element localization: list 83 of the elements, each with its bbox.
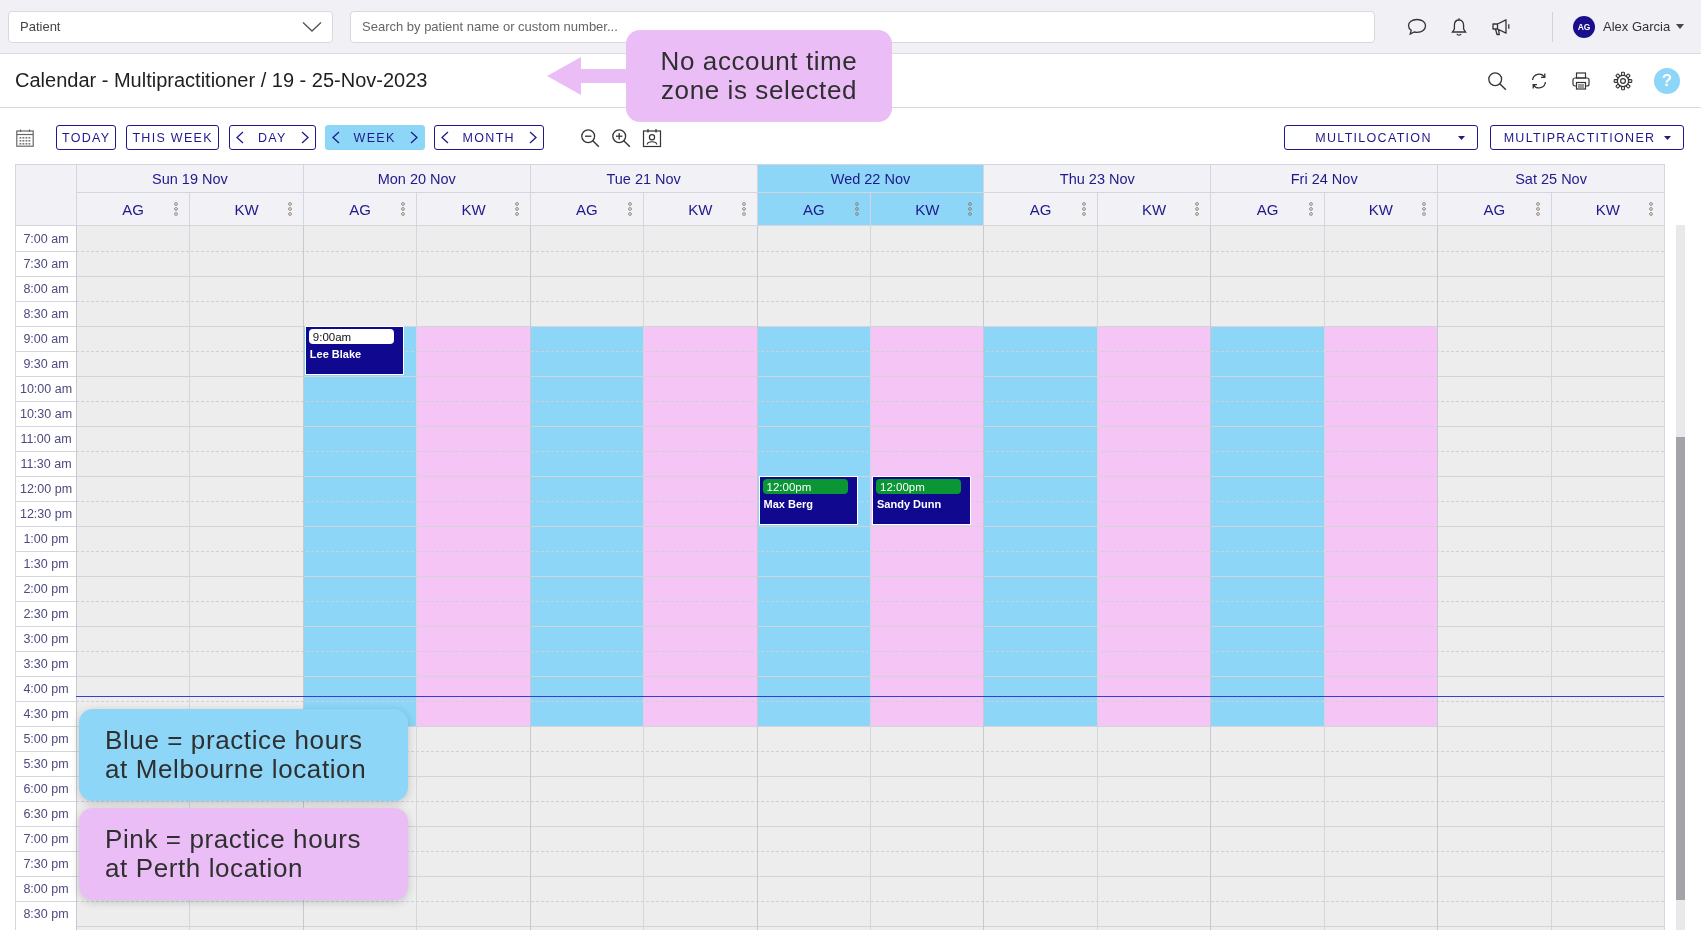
- practitioner-header[interactable]: KW: [416, 193, 530, 226]
- zoom-in-icon[interactable]: [610, 127, 631, 148]
- practitioner-header[interactable]: KW: [1323, 193, 1438, 226]
- practitioner-header[interactable]: AG: [1210, 193, 1324, 226]
- chevron-right-icon[interactable]: [409, 131, 418, 144]
- person-card-icon[interactable]: [641, 127, 662, 148]
- practitioner-header[interactable]: KW: [1550, 193, 1664, 226]
- caret-icon[interactable]: [1676, 24, 1685, 29]
- search-field[interactable]: Search by patient name or custom number...: [350, 10, 1375, 43]
- scrollbar-track[interactable]: [1676, 225, 1685, 930]
- chevron-left-icon[interactable]: [331, 131, 340, 144]
- chevron-left-icon[interactable]: [440, 131, 449, 144]
- practitioner-initials: KW: [1141, 200, 1167, 218]
- practitioner-header[interactable]: KW: [189, 193, 303, 226]
- left-arrow-icon: [547, 56, 627, 96]
- day-header[interactable]: Tue 21 Nov: [529, 165, 757, 193]
- view-button[interactable]: MONTH: [433, 125, 544, 150]
- practitioner-initials: KW: [1595, 200, 1620, 218]
- practitioner-header[interactable]: AG: [756, 193, 870, 226]
- megaphone-icon[interactable]: [1490, 16, 1512, 37]
- practitioner-initials: KW: [1368, 200, 1393, 218]
- view-button[interactable]: WEEK: [324, 125, 425, 150]
- day-header[interactable]: Sat 25 Nov: [1437, 165, 1664, 193]
- page-title: Calendar - Multipractitioner / 19 - 25-Nov-2023: [15, 69, 428, 92]
- patient-select[interactable]: Patient: [8, 10, 333, 43]
- chevron-right-icon[interactable]: [528, 131, 537, 144]
- legend-tooltip: Blue = practice hours at Melbourne location: [79, 709, 408, 801]
- day-header[interactable]: Thu 23 Nov: [983, 165, 1211, 193]
- today-button[interactable]: TODAY: [56, 125, 117, 150]
- practitioner-header[interactable]: KW: [870, 193, 984, 226]
- chat-bubble-icon[interactable]: [1407, 16, 1427, 37]
- appointment-time: 9:00am: [308, 329, 395, 344]
- appointment-card[interactable]: 12:00pm Max Berg: [758, 476, 858, 525]
- chevron-down-icon[interactable]: [302, 20, 322, 33]
- refresh-icon[interactable]: [1529, 70, 1549, 91]
- filter-dropdown[interactable]: MULTILOCATION: [1284, 125, 1478, 150]
- caret-icon[interactable]: [1664, 135, 1671, 140]
- practitioner-initials: AG: [1029, 200, 1052, 218]
- user-name[interactable]: Alex Garcia: [1603, 19, 1671, 34]
- appointment-card[interactable]: 9:00am Lee Blake: [304, 326, 405, 375]
- practitioner-header[interactable]: AG: [983, 193, 1097, 226]
- calendar-icon[interactable]: [16, 128, 34, 147]
- day-header[interactable]: Fri 24 Nov: [1210, 165, 1438, 193]
- practitioner-initials: KW: [915, 200, 940, 218]
- chevron-left-icon[interactable]: [235, 131, 244, 144]
- appointment-time: 12:00pm: [876, 479, 962, 494]
- appointment-time: 12:00pm: [762, 479, 848, 494]
- practitioner-initials: KW: [461, 200, 486, 218]
- practitioner-initials: KW: [688, 200, 713, 218]
- practitioner-initials: AG: [576, 200, 598, 218]
- chevron-right-icon[interactable]: [300, 131, 309, 144]
- day-header[interactable]: Mon 20 Nov: [302, 165, 530, 193]
- settings-icon[interactable]: [1613, 70, 1633, 91]
- practitioner-header[interactable]: AG: [76, 193, 190, 226]
- user-avatar[interactable]: AG: [1573, 15, 1595, 38]
- zoom-out-icon[interactable]: [579, 127, 600, 148]
- this-week-button[interactable]: THIS WEEK: [126, 125, 219, 150]
- practitioner-initials: AG: [802, 200, 825, 218]
- filter-dropdown[interactable]: MULTIPRACTITIONER: [1490, 125, 1684, 150]
- bell-icon[interactable]: [1450, 16, 1468, 37]
- practitioner-initials: AG: [1256, 200, 1279, 218]
- practitioner-initials: KW: [234, 200, 259, 218]
- legend-tooltip: Pink = practice hours at Perth location: [79, 808, 408, 900]
- annotation-tooltip: No account time zone is selected: [626, 30, 892, 122]
- scrollbar-thumb[interactable]: [1676, 437, 1685, 900]
- day-header[interactable]: Wed 22 Nov: [756, 165, 984, 193]
- search-icon[interactable]: [1487, 70, 1507, 91]
- practitioner-header[interactable]: KW: [643, 193, 757, 226]
- view-button[interactable]: DAY: [228, 125, 316, 150]
- practitioner-header[interactable]: AG: [302, 193, 417, 226]
- practitioner-initials: AG: [122, 200, 145, 218]
- practitioner-header[interactable]: AG: [1437, 193, 1551, 226]
- day-header[interactable]: Sun 19 Nov: [76, 165, 303, 193]
- practitioner-initials: AG: [1483, 200, 1506, 218]
- patient-name: Lee Blake: [308, 348, 363, 360]
- practitioner-header[interactable]: KW: [1096, 193, 1211, 226]
- printer-icon[interactable]: [1571, 70, 1591, 91]
- practitioner-initials: AG: [349, 200, 371, 218]
- appointment-card[interactable]: 12:00pm Sandy Dunn: [872, 476, 972, 525]
- practitioner-header[interactable]: AG: [529, 193, 644, 226]
- patient-name: Max Berg: [762, 498, 815, 510]
- patient-name: Sandy Dunn: [876, 498, 943, 510]
- caret-icon[interactable]: [1458, 135, 1465, 140]
